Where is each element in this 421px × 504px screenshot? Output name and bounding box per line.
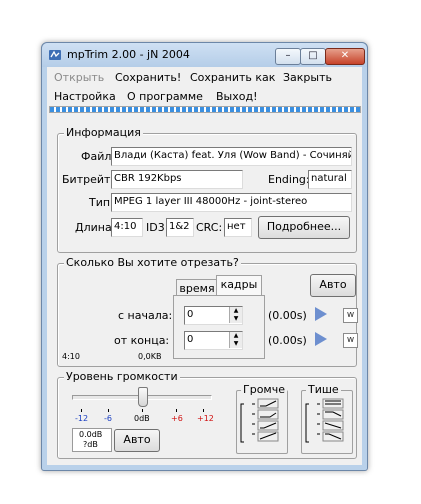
volume-readout: 0.0dB ?dB: [72, 428, 112, 452]
tick-mark: [203, 409, 204, 412]
tick-label-minus6: -6: [104, 414, 112, 423]
ending-label: Ending:: [268, 173, 310, 186]
spinner-up-icon[interactable]: ▲: [229, 307, 242, 315]
file-label: Файл:: [81, 150, 116, 163]
end-spinner[interactable]: ▲ ▼: [229, 332, 242, 349]
details-button[interactable]: Подробнее...: [258, 216, 350, 239]
maximize-button[interactable]: □: [300, 48, 326, 65]
menu-settings[interactable]: Настройка: [54, 90, 116, 103]
volume-group: Уровень громкости -12 -6 0dB +6 +12 0.0d…: [57, 370, 357, 459]
tab-time[interactable]: время: [176, 279, 218, 296]
progress-fill: [50, 107, 360, 112]
louder-curves-icon: [240, 398, 279, 443]
tick-label-zero: 0dB: [134, 414, 150, 423]
cut-group: Сколько Вы хотите отрезать? время кадры …: [57, 256, 358, 367]
menu-save[interactable]: Сохранить!: [115, 71, 181, 84]
minimize-button[interactable]: –: [275, 48, 301, 65]
louder-legend: Громче: [241, 383, 287, 396]
menu-exit[interactable]: Выход!: [216, 90, 258, 103]
quieter-curves-icon: [305, 398, 344, 443]
tick-label-plus6: +6: [171, 414, 183, 423]
tick-mark: [142, 409, 143, 412]
start-label: с начала:: [118, 309, 173, 322]
bitrate-field: CBR 192Kbps: [111, 170, 243, 189]
tick-label-minus12: -12: [75, 414, 89, 423]
client-area: Открыть Сохранить! Сохранить как Закрыть…: [47, 67, 362, 465]
id3-field: 1&2: [166, 218, 194, 237]
menu-save-as[interactable]: Сохранить как: [190, 71, 275, 84]
volume-auto-button[interactable]: Авто: [114, 429, 160, 452]
start-input-value: 0: [187, 309, 194, 320]
app-icon: [49, 50, 61, 60]
slider-thumb[interactable]: [138, 387, 148, 407]
start-spinner[interactable]: ▲ ▼: [229, 307, 242, 324]
end-time: (0.00s): [268, 334, 307, 347]
menu-close[interactable]: Закрыть: [283, 71, 332, 84]
file-field: Влади (Каста) feat. Уля (Wow Band) - Соч…: [111, 147, 352, 166]
close-button[interactable]: ✕: [325, 48, 365, 65]
crc-field: нет: [224, 218, 252, 237]
bitrate-label: Битрейт:: [62, 173, 115, 186]
spinner-up-icon[interactable]: ▲: [229, 332, 242, 340]
volume-slider[interactable]: [72, 386, 212, 410]
title-bar[interactable]: mpTrim 2.00 - jN 2004 – □ ✕: [42, 43, 367, 67]
tab-frames[interactable]: кадры: [216, 275, 262, 296]
end-input[interactable]: 0 ▲ ▼: [184, 331, 243, 350]
menu-bar: Открыть Сохранить! Сохранить как Закрыть…: [47, 67, 362, 105]
w-end-button[interactable]: w: [343, 333, 358, 348]
quieter-legend: Тише: [306, 383, 341, 396]
progress-bar: [49, 106, 361, 113]
info-group: Информация Файл: Влади (Каста) feat. Уля…: [57, 126, 357, 253]
tick-mark: [108, 409, 109, 412]
play-end-icon[interactable]: [315, 332, 327, 346]
cut-legend: Сколько Вы хотите отрезать?: [64, 256, 241, 269]
menu-about[interactable]: О программе: [127, 90, 203, 103]
app-window: mpTrim 2.00 - jN 2004 – □ ✕ Открыть Сохр…: [41, 42, 368, 471]
play-start-icon[interactable]: [315, 307, 327, 321]
total-length: 4:10: [62, 352, 80, 361]
start-input[interactable]: 0 ▲ ▼: [184, 306, 243, 325]
tick-mark: [81, 409, 82, 412]
tick-mark: [176, 409, 177, 412]
menu-open[interactable]: Открыть: [54, 71, 104, 84]
readout-db2: ?dB: [83, 440, 98, 449]
volume-legend: Уровень громкости: [64, 370, 180, 383]
spinner-down-icon[interactable]: ▼: [229, 315, 242, 323]
info-legend: Информация: [64, 126, 143, 139]
end-label: от конца:: [114, 334, 170, 347]
ending-field: natural: [308, 170, 352, 189]
total-size: 0,0KB: [138, 352, 162, 361]
readout-db: 0.0dB: [79, 430, 103, 439]
cut-auto-button[interactable]: Авто: [310, 274, 356, 297]
louder-group: Громче: [236, 383, 288, 454]
start-time: (0.00s): [268, 309, 307, 322]
quieter-group: Тише: [301, 383, 353, 454]
length-field: 4:10: [111, 218, 143, 237]
end-input-value: 0: [187, 334, 194, 345]
tick-label-plus12: +12: [197, 414, 214, 423]
w-start-button[interactable]: w: [343, 308, 358, 323]
crc-label: CRC:: [196, 221, 223, 234]
window-title: mpTrim 2.00 - jN 2004: [67, 48, 190, 61]
type-field: MPEG 1 layer III 48000Hz - joint-stereo: [111, 193, 352, 212]
spinner-down-icon[interactable]: ▼: [229, 340, 242, 348]
length-label: Длина:: [75, 221, 116, 234]
